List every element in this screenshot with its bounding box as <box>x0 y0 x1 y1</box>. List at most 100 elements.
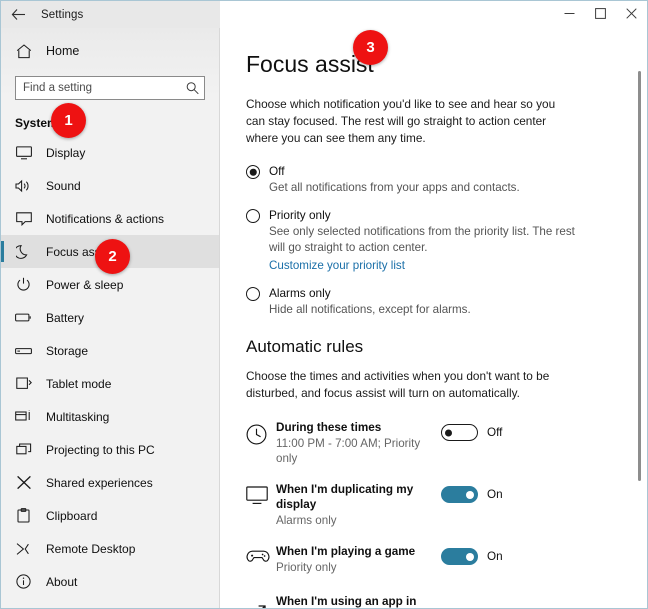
power-icon <box>15 276 32 293</box>
window-body: Home System <box>1 28 647 608</box>
sidebar-item-multitasking[interactable]: Multitasking <box>1 400 219 433</box>
rule-title: When I'm using an app in full screen mod… <box>276 595 417 608</box>
battery-icon <box>15 309 32 326</box>
sidebar-item-label: Tablet mode <box>46 376 112 391</box>
minimize-button[interactable] <box>554 1 585 28</box>
multitasking-icon <box>15 408 32 425</box>
sidebar-item-clipboard[interactable]: Clipboard <box>1 499 219 532</box>
sidebar-item-remote-desktop[interactable]: Remote Desktop <box>1 532 219 565</box>
remote-desktop-icon <box>15 540 32 557</box>
sidebar-item-label: Notifications & actions <box>46 211 165 226</box>
clock-icon <box>246 420 276 445</box>
page-title: Focus assist <box>246 51 374 77</box>
moon-icon <box>15 243 32 260</box>
sidebar-item-projecting-to-this-pc[interactable]: Projecting to this PC <box>1 433 219 466</box>
title-bar-left: Settings <box>1 1 220 28</box>
rule-playing-a-game: When I'm playing a game Priority only On <box>246 544 619 578</box>
rule-subtitle: Priority only <box>276 561 337 574</box>
radio-label: Alarms only <box>269 286 331 300</box>
radio-priority-only-indicator[interactable] <box>246 209 260 223</box>
rule-toggle-switch[interactable] <box>441 424 478 441</box>
main-scrollbar[interactable] <box>636 28 643 608</box>
sidebar-item-label: Power & sleep <box>46 277 124 292</box>
rule-toggle-switch[interactable] <box>441 548 478 565</box>
focus-mode-radio-group: Off Get all notifications from your apps… <box>246 163 619 318</box>
back-arrow-icon <box>11 8 26 21</box>
sidebar-item-shared-experiences[interactable]: Shared experiences <box>1 466 219 499</box>
back-button[interactable] <box>1 1 35 28</box>
gamepad-icon <box>246 544 276 564</box>
rule-toggle-state-label: Off <box>487 426 503 439</box>
close-icon <box>626 6 637 24</box>
radio-option-off[interactable]: Off Get all notifications from your apps… <box>246 163 619 196</box>
main-content: Focus assist Choose which notification y… <box>220 28 647 608</box>
radio-label: Off <box>269 164 285 178</box>
rule-toggle-state-label: On <box>487 488 503 501</box>
sidebar-item-label: Projecting to this PC <box>46 442 155 457</box>
home-icon <box>15 43 32 59</box>
radio-alarms-only-indicator[interactable] <box>246 287 260 301</box>
window-title: Settings <box>41 8 84 21</box>
sidebar-item-label: Sound <box>46 178 81 193</box>
sidebar-item-power-sleep[interactable]: Power & sleep <box>1 268 219 301</box>
customize-priority-list-link[interactable]: Customize your priority list <box>269 259 405 272</box>
sidebar-item-label: Focus assist <box>46 244 113 259</box>
monitor-icon <box>246 482 276 505</box>
sidebar-item-battery[interactable]: Battery <box>1 301 219 334</box>
info-icon <box>15 573 32 590</box>
rule-subtitle: Alarms only <box>276 514 337 527</box>
rule-toggle-switch[interactable] <box>441 486 478 503</box>
sidebar-item-notifications-actions[interactable]: Notifications & actions <box>1 202 219 235</box>
sidebar-item-sound[interactable]: Sound <box>1 169 219 202</box>
rule-title: When I'm playing a game <box>276 545 416 558</box>
sidebar-item-label: Shared experiences <box>46 475 153 490</box>
close-button[interactable] <box>616 1 647 28</box>
rule-subtitle: 11:00 PM - 7:00 AM; Priority only <box>276 437 421 465</box>
rule-during-these-times: During these times 11:00 PM - 7:00 AM; P… <box>246 420 619 466</box>
radio-sublabel: Hide all notifications, except for alarm… <box>269 303 471 316</box>
sidebar-item-storage[interactable]: Storage <box>1 334 219 367</box>
radio-sublabel: Get all notifications from your apps and… <box>269 181 520 194</box>
minimize-icon <box>564 6 575 24</box>
sidebar-item-label: About <box>46 574 78 589</box>
sidebar-item-label: Display <box>46 145 86 160</box>
automatic-rules-description: Choose the times and activities when you… <box>246 369 550 400</box>
rule-duplicating-display: When I'm duplicating my display Alarms o… <box>246 482 619 528</box>
radio-label: Priority only <box>269 208 331 222</box>
settings-window: Settings Home Find a setting System Disp… <box>0 0 648 609</box>
tablet-icon <box>15 375 32 392</box>
home-label: Home <box>46 44 80 58</box>
sidebar-item-about[interactable]: About <box>1 565 219 598</box>
sidebar-item-label: Remote Desktop <box>46 541 136 556</box>
search-icon <box>186 82 199 95</box>
scrollbar-thumb[interactable] <box>638 71 641 481</box>
fullscreen-icon <box>246 594 276 608</box>
sidebar-item-tablet-mode[interactable]: Tablet mode <box>1 367 219 400</box>
sidebar-item-label: Clipboard <box>46 508 98 523</box>
radio-sublabel: See only selected notifications from the… <box>269 225 575 254</box>
maximize-button[interactable] <box>585 1 616 28</box>
search-box[interactable] <box>15 76 205 100</box>
rule-full-screen-app: When I'm using an app in full screen mod… <box>246 594 619 608</box>
sidebar-item-label: Battery <box>46 310 85 325</box>
search-input[interactable] <box>16 77 204 99</box>
automatic-rules-title: Automatic rules <box>246 337 364 356</box>
sidebar-item-focus-assist[interactable]: Focus assist <box>1 235 219 268</box>
page-description: Choose which notification you'd like to … <box>246 97 556 145</box>
sidebar-item-label: Multitasking <box>46 409 110 424</box>
share-icon <box>15 474 32 491</box>
sidebar-item-label: Storage <box>46 343 89 358</box>
sidebar: Home System <box>1 28 220 608</box>
speaker-icon <box>15 177 32 194</box>
sidebar-item-home[interactable]: Home <box>1 36 219 66</box>
search-container <box>1 66 219 100</box>
radio-option-alarms-only[interactable]: Alarms only Hide all notifications, exce… <box>246 285 619 318</box>
sidebar-item-display[interactable]: Display <box>1 136 219 169</box>
radio-off-indicator[interactable] <box>246 165 260 179</box>
rule-title: When I'm duplicating my display <box>276 483 414 511</box>
monitor-icon <box>15 144 32 161</box>
storage-icon <box>15 342 32 359</box>
rule-title: During these times <box>276 421 382 434</box>
radio-option-priority-only[interactable]: Priority only See only selected notifica… <box>246 207 619 274</box>
window-controls <box>220 1 647 28</box>
